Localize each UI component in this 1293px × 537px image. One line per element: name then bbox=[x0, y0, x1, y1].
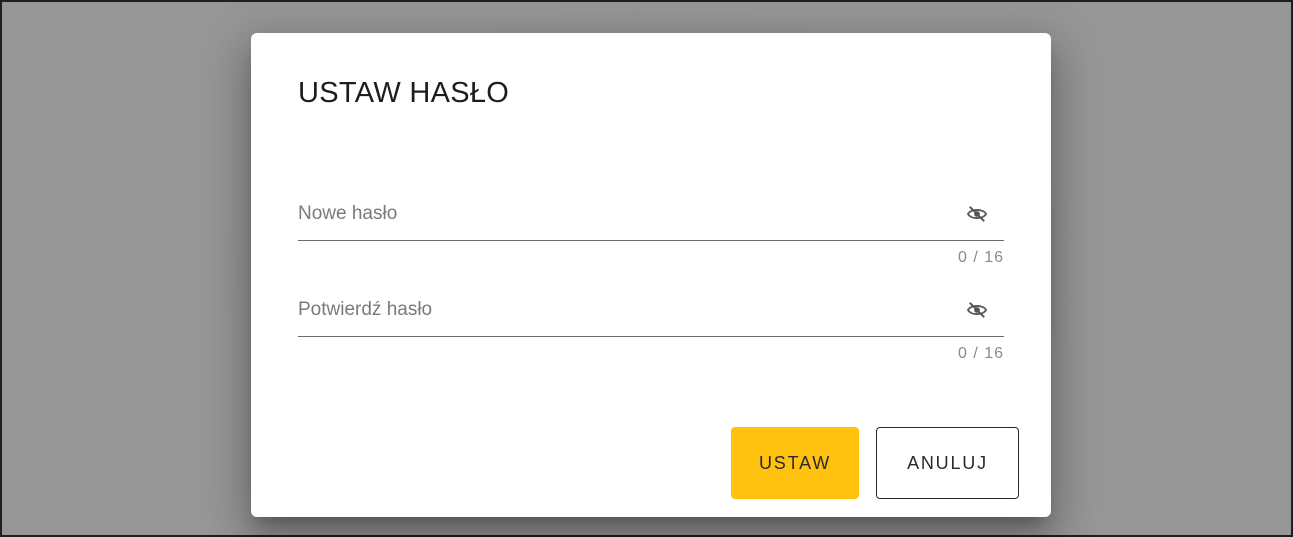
dialog-title: USTAW HASŁO bbox=[298, 77, 510, 109]
set-password-button[interactable]: USTAW bbox=[731, 427, 859, 499]
new-password-field: Nowe hasło 0 / 16 bbox=[298, 191, 1004, 266]
confirm-password-input[interactable]: Potwierdź hasło bbox=[298, 287, 1004, 337]
set-password-dialog: USTAW HASŁO Nowe hasło 0 / 16 Potwierdź … bbox=[251, 33, 1051, 517]
eye-off-icon[interactable] bbox=[966, 300, 988, 320]
new-password-label: Nowe hasło bbox=[298, 203, 398, 224]
dialog-actions: USTAW ANULUJ bbox=[731, 427, 1019, 499]
cancel-button[interactable]: ANULUJ bbox=[876, 427, 1019, 499]
confirm-password-field: Potwierdź hasło 0 / 16 bbox=[298, 287, 1004, 362]
confirm-password-label: Potwierdź hasło bbox=[298, 299, 433, 320]
new-password-counter: 0 / 16 bbox=[957, 249, 1004, 266]
eye-off-icon[interactable] bbox=[966, 204, 988, 224]
new-password-input[interactable]: Nowe hasło bbox=[298, 191, 1004, 241]
confirm-password-counter: 0 / 16 bbox=[957, 345, 1004, 362]
